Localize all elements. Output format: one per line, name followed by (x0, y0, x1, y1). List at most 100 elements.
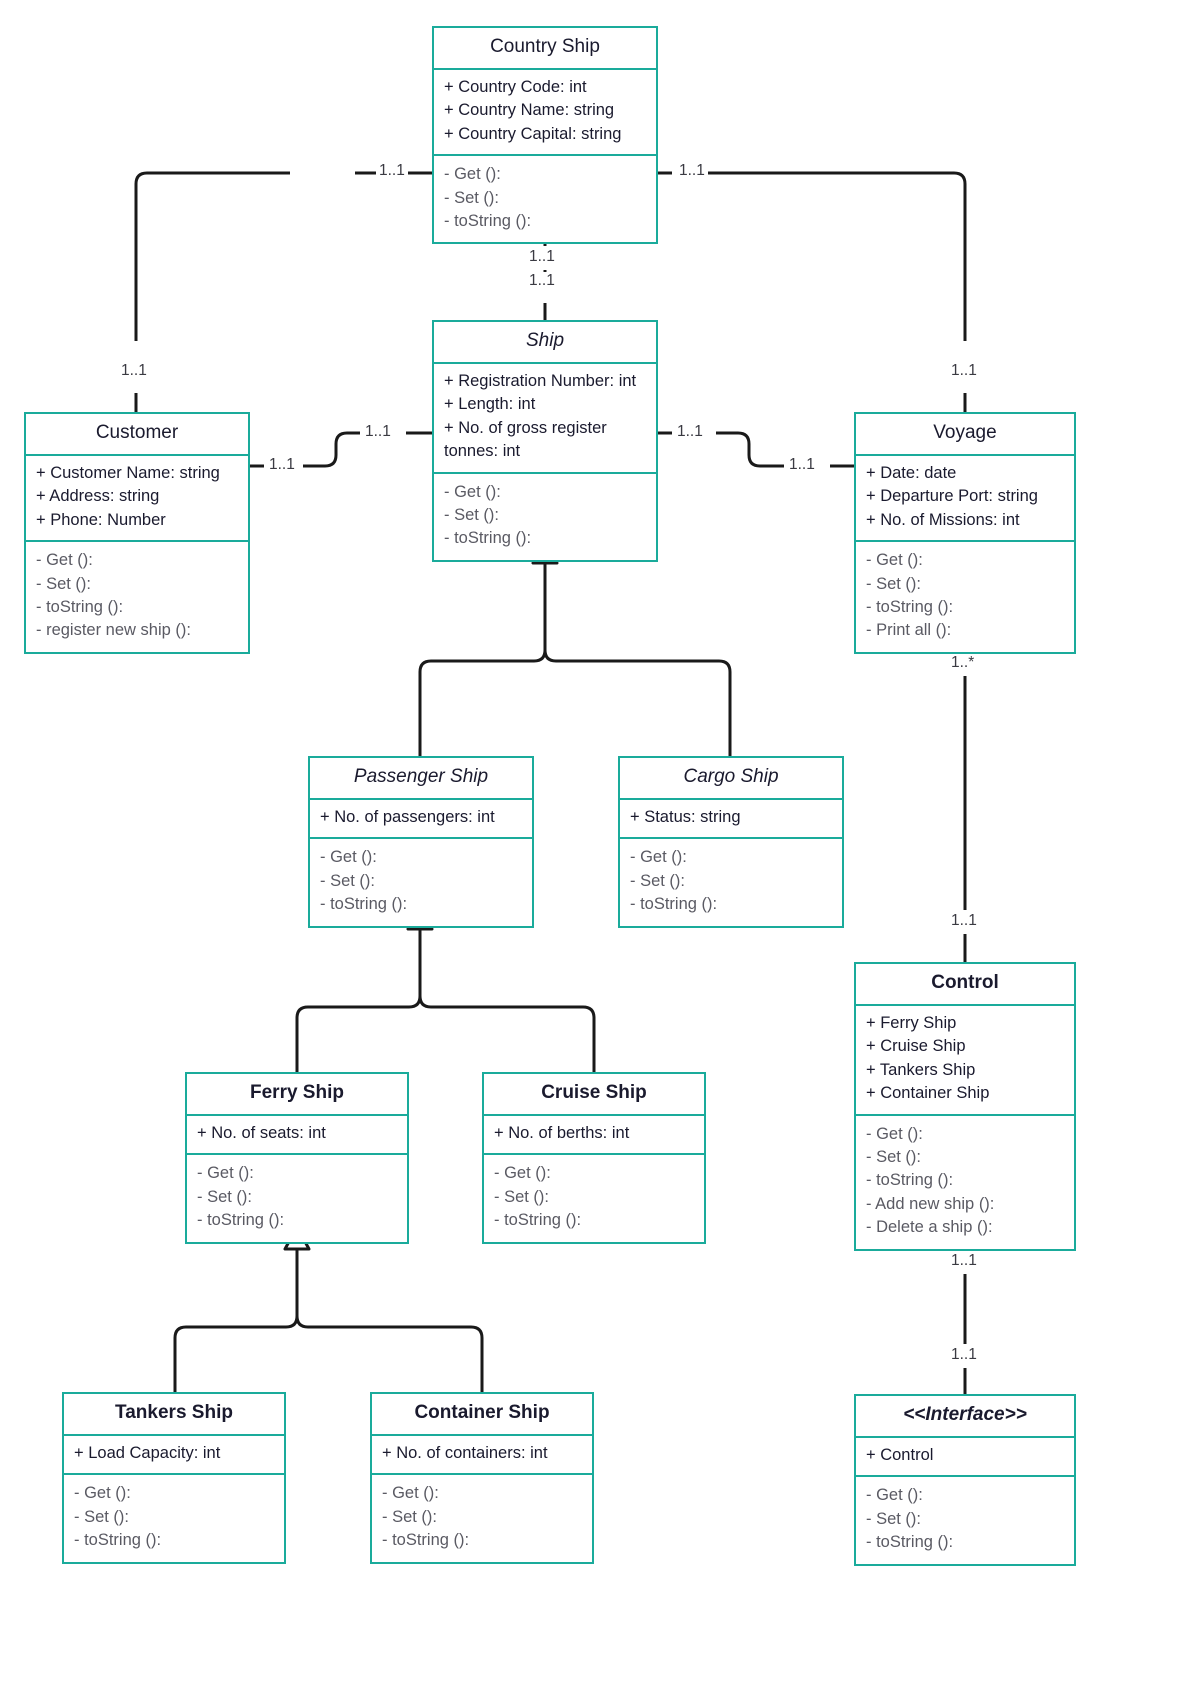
multiplicity-control-interface-bottom: 1..1 (948, 1346, 980, 1364)
class-operations-container-ship: - Get (): - Set (): - toString (): (372, 1475, 592, 1561)
class-tankers-ship[interactable]: Tankers Ship + Load Capacity: int - Get … (62, 1392, 286, 1564)
class-attributes-cruise-ship: + No. of berths: int (484, 1116, 704, 1156)
operation-row: - toString (): (494, 1211, 582, 1230)
operation-row: - Get (): (382, 1484, 439, 1503)
attribute-row: + No. of Missions: int (866, 510, 1020, 529)
wire-ferry-gen-left (173, 1315, 299, 1392)
wire-ship-voyage-b (716, 431, 784, 468)
attribute-row: + No. of gross register tonnes: int (444, 418, 607, 461)
operation-row: - toString (): (866, 1171, 954, 1190)
operation-row: - toString (): (866, 598, 954, 616)
operation-row: - toString (): (630, 895, 718, 914)
operation-row: - toString (): (444, 212, 532, 230)
operation-row: - Add new ship (): (866, 1194, 995, 1213)
operation-row: - Get (): (444, 482, 501, 501)
operation-row: - Set (): (866, 574, 922, 593)
class-cargo-ship[interactable]: Cargo Ship + Status: string - Get (): - … (618, 756, 844, 928)
operation-row: - Set (): (74, 1507, 130, 1526)
attribute-row: + Length: int (444, 395, 536, 414)
operation-row: - Set (): (320, 871, 376, 890)
class-operations-control: - Get (): - Set (): - toString (): - Add… (856, 1116, 1074, 1249)
operation-row: - toString (): (320, 895, 408, 914)
attribute-row: + Control (866, 1445, 934, 1464)
class-operations-ship: - Get (): - Set (): - toString (): (434, 474, 656, 560)
multiplicity-voyage-control-top: 1..* (948, 654, 978, 672)
class-attributes-customer: + Customer Name: string + Address: strin… (26, 456, 248, 543)
attribute-row: + Country Capital: string (444, 124, 622, 143)
class-operations-customer: - Get (): - Set (): - toString (): - reg… (26, 542, 248, 652)
attribute-row: + Country Code: int (444, 77, 587, 96)
multiplicity-country-ship-top: 1..1 (526, 248, 558, 266)
class-container-ship[interactable]: Container Ship + No. of containers: int … (370, 1392, 594, 1564)
class-operations-cruise-ship: - Get (): - Set (): - toString (): (484, 1155, 704, 1241)
class-cruise-ship[interactable]: Cruise Ship + No. of berths: int - Get (… (482, 1072, 706, 1244)
wire-country-customer-b (134, 171, 290, 341)
wire-passenger-gen-left (295, 995, 422, 1072)
class-operations-country-ship: - Get (): - Set (): - toString (): (434, 156, 656, 242)
class-title-voyage: Voyage (856, 414, 1074, 456)
multiplicity-ship-voyage-left: 1..1 (674, 423, 706, 441)
operation-row: - toString (): (866, 1533, 954, 1552)
multiplicity-customer-ship-left: 1..1 (266, 456, 298, 474)
multiplicity-voyage-control-bottom: 1..1 (948, 912, 980, 930)
class-title-container-ship: Container Ship (372, 1394, 592, 1436)
operation-row: - Get (): (74, 1484, 131, 1503)
class-operations-tankers-ship: - Get (): - Set (): - toString (): (64, 1475, 284, 1561)
class-ferry-ship[interactable]: Ferry Ship + No. of seats: int - Get ():… (185, 1072, 409, 1244)
multiplicity-country-ship-bottom: 1..1 (526, 272, 558, 290)
attribute-row: + Customer Name: string (36, 463, 220, 482)
operation-row: - Set (): (444, 188, 500, 207)
attribute-row: + Country Name: string (444, 101, 615, 120)
class-operations-ferry-ship: - Get (): - Set (): - toString (): (187, 1155, 407, 1241)
multiplicity-customer-ship-right: 1..1 (362, 423, 394, 441)
class-ship[interactable]: Ship + Registration Number: int + Length… (432, 320, 658, 562)
multiplicity-control-interface-top: 1..1 (948, 1252, 980, 1270)
wire-ferry-gen-right (295, 1315, 484, 1392)
operation-row: - Get (): (320, 848, 377, 867)
class-control[interactable]: Control + Ferry Ship + Cruise Ship + Tan… (854, 962, 1076, 1251)
class-country-ship[interactable]: Country Ship + Country Code: int + Count… (432, 26, 658, 245)
attribute-row: + Load Capacity: int (74, 1443, 221, 1462)
uml-class-diagram: Country Ship + Country Code: int + Count… (0, 0, 1200, 1708)
class-customer[interactable]: Customer + Customer Name: string + Addre… (24, 412, 250, 654)
attribute-row: + Date: date (866, 463, 957, 482)
class-attributes-interface: + Control (856, 1438, 1074, 1478)
operation-row: - Get (): (36, 551, 93, 570)
class-operations-passenger-ship: - Get (): - Set (): - toString (): (310, 839, 532, 925)
class-title-passenger-ship: Passenger Ship (310, 758, 532, 800)
attribute-row: + Phone: Number (36, 510, 166, 529)
operation-row: - toString (): (74, 1531, 162, 1550)
class-voyage[interactable]: Voyage + Date: date + Departure Port: st… (854, 412, 1076, 654)
class-title-tankers-ship: Tankers Ship (64, 1394, 284, 1436)
class-operations-interface: - Get (): - Set (): - toString (): (856, 1477, 1074, 1563)
attribute-row: + Status: string (630, 807, 741, 826)
attribute-row: + No. of berths: int (494, 1123, 630, 1142)
operation-row: - Set (): (197, 1187, 253, 1206)
attribute-row: + Cruise Ship (866, 1037, 966, 1056)
operation-row: - Get (): (866, 1486, 923, 1505)
class-attributes-ship: + Registration Number: int + Length: int… (434, 364, 656, 474)
operation-row: - Print all (): (866, 621, 952, 640)
multiplicity-country-voyage: 1..1 (676, 162, 708, 180)
class-attributes-ferry-ship: + No. of seats: int (187, 1116, 407, 1156)
class-title-ferry-ship: Ferry Ship (187, 1074, 407, 1116)
class-operations-cargo-ship: - Get (): - Set (): - toString (): (620, 839, 842, 925)
operation-row: - Set (): (866, 1509, 922, 1528)
operation-row: - Get (): (494, 1164, 551, 1183)
operation-row: - Set (): (494, 1187, 550, 1206)
operation-row: - Get (): (444, 165, 501, 184)
class-passenger-ship[interactable]: Passenger Ship + No. of passengers: int … (308, 756, 534, 928)
operation-row: - Delete a ship (): (866, 1218, 993, 1237)
operation-row: - register new ship (): (36, 621, 191, 640)
operation-row: - Set (): (630, 871, 686, 890)
class-title-control: Control (856, 964, 1074, 1006)
wire-ship-gen-left (418, 649, 547, 756)
multiplicity-country-customer: 1..1 (376, 162, 408, 180)
class-attributes-country-ship: + Country Code: int + Country Name: stri… (434, 70, 656, 157)
class-interface[interactable]: <<Interface>> + Control - Get (): - Set … (854, 1394, 1076, 1566)
class-title-country-ship: Country Ship (434, 28, 656, 70)
operation-row: - Get (): (866, 551, 923, 570)
attribute-row: + No. of containers: int (382, 1443, 548, 1462)
attribute-row: + Departure Port: string (866, 487, 1038, 506)
operation-row: - Get (): (197, 1164, 254, 1183)
